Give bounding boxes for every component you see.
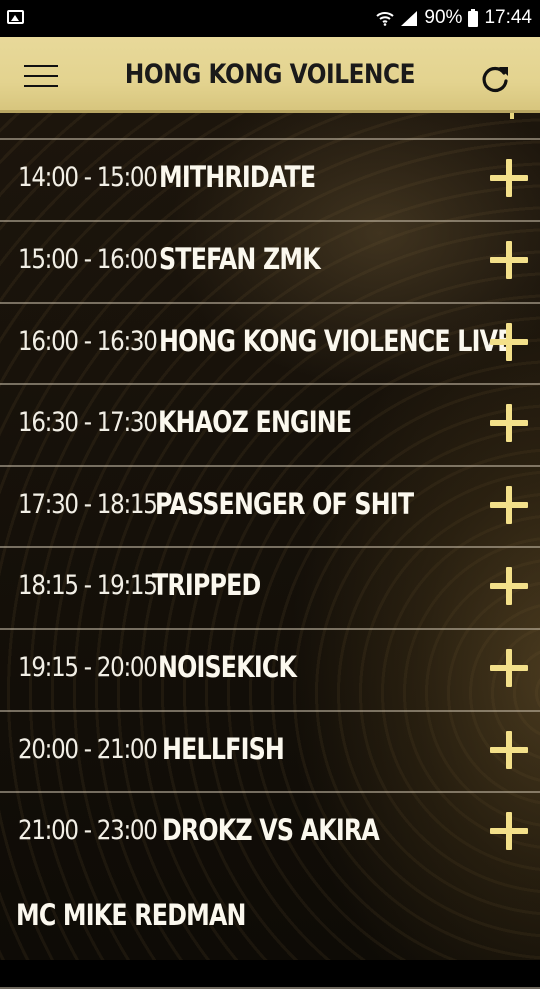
gallery-icon — [7, 10, 24, 24]
set-time: 19:15 - 20:00 — [18, 652, 158, 683]
status-bar: 90% 17:44 — [0, 0, 540, 37]
wifi-icon — [376, 10, 395, 26]
artist-name: STEFAN ZMK — [159, 242, 321, 276]
clock: 17:44 — [484, 7, 532, 28]
artist-name: TRIPPED — [152, 568, 261, 602]
add-to-favorites-plus-icon[interactable] — [490, 731, 528, 769]
scroll-indicator — [510, 113, 514, 119]
schedule-row[interactable]: 21:00 - 23:00 DROKZ VS AKIRA — [0, 791, 540, 871]
set-time: 15:00 - 16:00 — [18, 244, 158, 275]
add-to-favorites-plus-icon[interactable] — [490, 159, 528, 197]
battery-icon — [468, 9, 479, 27]
add-to-favorites-plus-icon[interactable] — [490, 812, 528, 850]
app-header: HONG KONG VOILENCE — [0, 37, 540, 113]
set-time: 20:00 - 21:00 — [18, 734, 158, 765]
set-time: 16:30 - 17:30 — [18, 407, 158, 438]
artist-name: PASSENGER OF SHIT — [155, 487, 414, 521]
artist-name: HONG KONG VIOLENCE LIVE — [159, 324, 513, 358]
artist-name: NOISEKICK — [158, 650, 297, 684]
schedule-row[interactable]: 17:30 - 18:15 PASSENGER OF SHIT — [0, 465, 540, 545]
host-name: MC MIKE REDMAN — [16, 898, 246, 932]
refresh-icon[interactable] — [478, 62, 512, 96]
add-to-favorites-plus-icon[interactable] — [490, 486, 528, 524]
schedule-row[interactable]: 18:15 - 19:15 TRIPPED — [0, 546, 540, 626]
schedule-row[interactable]: 20:00 - 21:00 HELLFISH — [0, 710, 540, 790]
artist-name: DROKZ VS AKIRA — [162, 813, 380, 847]
add-to-favorites-plus-icon[interactable] — [490, 649, 528, 687]
set-time: 17:30 - 18:15 — [18, 489, 158, 520]
battery-percent: 90% — [424, 7, 463, 28]
schedule-row[interactable]: 15:00 - 16:00 STEFAN ZMK — [0, 220, 540, 300]
artist-name: MITHRIDATE — [159, 160, 316, 194]
schedule-row[interactable]: 16:00 - 16:30 HONG KONG VIOLENCE LIVE — [0, 302, 540, 382]
signal-icon — [400, 10, 418, 26]
add-to-favorites-plus-icon[interactable] — [490, 567, 528, 605]
set-time: 21:00 - 23:00 — [18, 815, 158, 846]
set-time: 16:00 - 16:30 — [18, 326, 158, 357]
add-to-favorites-plus-icon[interactable] — [490, 404, 528, 442]
artist-name: KHAOZ ENGINE — [158, 405, 352, 439]
schedule-row[interactable]: 19:15 - 20:00 NOISEKICK — [0, 628, 540, 708]
set-time: 14:00 - 15:00 — [18, 162, 158, 193]
schedule-row[interactable]: 16:30 - 17:30 KHAOZ ENGINE — [0, 383, 540, 463]
add-to-favorites-plus-icon[interactable] — [490, 241, 528, 279]
status-bar-right: 90% 17:44 — [376, 5, 532, 31]
set-time: 18:15 - 19:15 — [18, 570, 158, 601]
schedule-row[interactable]: 14:00 - 15:00 MITHRIDATE — [0, 138, 540, 218]
add-to-favorites-plus-icon[interactable] — [490, 323, 528, 361]
page-title: HONG KONG VOILENCE — [124, 59, 416, 90]
schedule-list: 14:00 - 15:00 MITHRIDATE 15:00 - 16:00 STEF… — [0, 113, 540, 989]
artist-name: HELLFISH — [162, 732, 285, 766]
